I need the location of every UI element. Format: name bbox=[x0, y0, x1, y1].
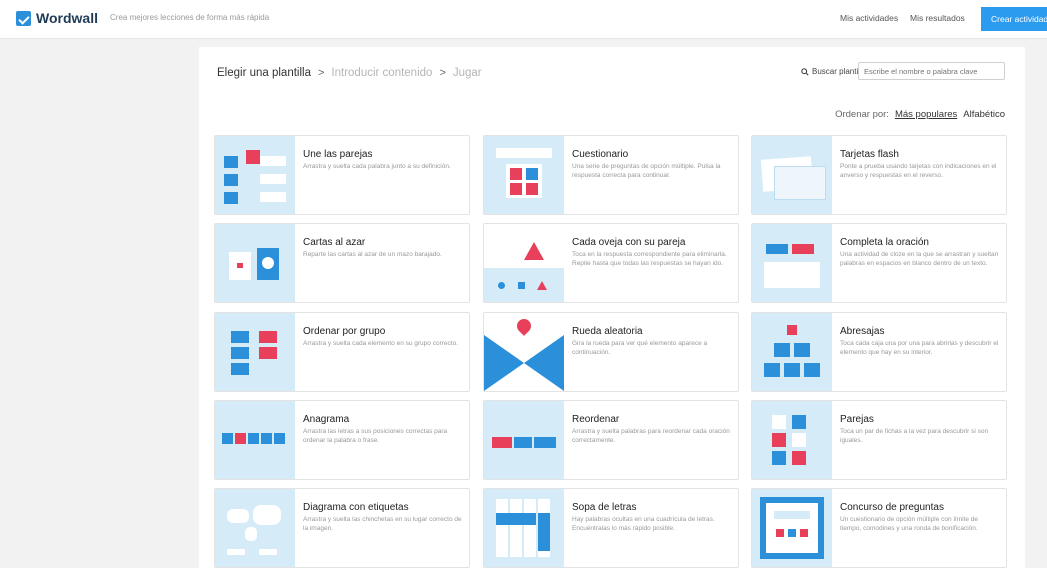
sort-most-popular[interactable]: Más populares bbox=[895, 109, 957, 120]
template-card-spin-wheel[interactable]: Rueda aleatoria Gira la rueda para ver q… bbox=[483, 312, 739, 392]
template-title: Cuestionario bbox=[572, 149, 629, 160]
template-card-unjumble[interactable]: Reordenar Arrastra y suelta palabras par… bbox=[483, 400, 739, 480]
template-title: Abresajas bbox=[840, 326, 885, 337]
brand-name: Wordwall bbox=[36, 10, 98, 26]
template-title: Tarjetas flash bbox=[840, 149, 899, 160]
wordwall-logo-icon bbox=[16, 10, 31, 26]
group-sort-icon bbox=[215, 313, 295, 391]
sort-label: Ordenar por: bbox=[835, 109, 889, 120]
template-description: Toca en la respuesta correspondiente par… bbox=[572, 251, 727, 267]
my-activities-link[interactable]: Mis actividades bbox=[840, 13, 898, 23]
random-cards-icon bbox=[215, 224, 295, 302]
template-panel: Elegir una plantilla > Introducir conten… bbox=[199, 47, 1025, 568]
anagram-icon bbox=[215, 401, 295, 479]
template-search-input[interactable] bbox=[858, 62, 1005, 80]
template-description: Ponte a prueba usando tarjetas con indic… bbox=[840, 163, 997, 179]
unjumble-icon bbox=[484, 401, 564, 479]
template-description: Reparte las cartas al azar de un mazo ba… bbox=[303, 251, 442, 258]
template-card-flash-cards[interactable]: Tarjetas flash Ponte a prueba usando tar… bbox=[751, 135, 1007, 215]
breadcrumb-step-play: Jugar bbox=[452, 67, 482, 79]
template-title: Une las parejas bbox=[303, 149, 373, 160]
chevron-right-icon: > bbox=[439, 67, 446, 79]
quiz-icon bbox=[484, 136, 564, 214]
breadcrumb-step-content: Introducir contenido bbox=[331, 67, 433, 79]
template-title: Anagrama bbox=[303, 414, 350, 425]
tagline: Crea mejores lecciones de forma más rápi… bbox=[110, 13, 270, 22]
template-title: Parejas bbox=[840, 414, 874, 425]
template-description: Una serie de preguntas de opción múltipl… bbox=[572, 163, 721, 179]
breadcrumb: Elegir una plantilla > Introducir conten… bbox=[217, 67, 482, 79]
template-description: Un cuestionario de opción múltiple con l… bbox=[840, 516, 979, 532]
template-card-find-match[interactable]: Cada oveja con su pareja Toca en la resp… bbox=[483, 223, 739, 303]
template-description: Una actividad de cloze en la que se arra… bbox=[840, 251, 999, 267]
template-title: Concurso de preguntas bbox=[840, 502, 944, 513]
match-up-icon bbox=[215, 136, 295, 214]
template-description: Arrastra las letras a sus posiciones cor… bbox=[303, 428, 448, 444]
open-box-icon bbox=[752, 313, 832, 391]
spin-wheel-icon bbox=[484, 313, 564, 391]
gameshow-quiz-icon bbox=[752, 489, 832, 567]
template-description: Hay palabras ocultas en una cuadrícula d… bbox=[572, 516, 715, 532]
template-title: Completa la oración bbox=[840, 237, 929, 248]
template-card-labelled-diagram[interactable]: Diagrama con etiquetas Arrastra y suelta… bbox=[214, 488, 470, 568]
create-activity-button[interactable]: Crear actividad bbox=[981, 7, 1047, 31]
logo[interactable]: Wordwall bbox=[16, 10, 98, 26]
wordsearch-icon bbox=[484, 489, 564, 567]
complete-sentence-icon bbox=[752, 224, 832, 302]
template-description: Arrastra y suelta palabras para reordena… bbox=[572, 428, 730, 444]
labelled-diagram-icon bbox=[215, 489, 295, 567]
template-title: Ordenar por grupo bbox=[303, 326, 386, 337]
template-title: Cartas al azar bbox=[303, 237, 366, 248]
template-description: Gira la rueda para ver qué elemento apar… bbox=[572, 340, 708, 356]
template-card-open-box[interactable]: Abresajas Toca cada caja una por una par… bbox=[751, 312, 1007, 392]
top-bar: Wordwall Crea mejores lecciones de forma… bbox=[0, 0, 1047, 39]
template-title: Diagrama con etiquetas bbox=[303, 502, 409, 513]
template-title: Rueda aleatoria bbox=[572, 326, 643, 337]
template-card-matching-pairs[interactable]: Parejas Toca un par de fichas a la vez p… bbox=[751, 400, 1007, 480]
sort-bar: Ordenar por: Más populares Alfabético bbox=[835, 109, 1005, 120]
template-card-anagram[interactable]: Anagrama Arrastra las letras a sus posic… bbox=[214, 400, 470, 480]
chevron-right-icon: > bbox=[317, 67, 325, 79]
template-description: Toca un par de fichas a la vez para desc… bbox=[840, 428, 989, 444]
template-card-random-cards[interactable]: Cartas al azar Reparte las cartas al aza… bbox=[214, 223, 470, 303]
my-results-link[interactable]: Mis resultados bbox=[910, 13, 965, 23]
flash-cards-icon bbox=[752, 136, 832, 214]
template-description: Toca cada caja una por una para abrirlas… bbox=[840, 340, 999, 356]
template-description: Arrastra y suelta cada palabra junto a s… bbox=[303, 163, 451, 170]
template-title: Sopa de letras bbox=[572, 502, 637, 513]
template-description: Arrastra y suelta las chinchetas en su l… bbox=[303, 516, 462, 532]
template-description: Arrastra y suelta cada elemento en su gr… bbox=[303, 340, 458, 347]
breadcrumb-step-choose: Elegir una plantilla bbox=[217, 67, 311, 79]
sort-alphabetical[interactable]: Alfabético bbox=[963, 109, 1005, 120]
search-icon bbox=[801, 67, 809, 76]
template-card-gameshow-quiz[interactable]: Concurso de preguntas Un cuestionario de… bbox=[751, 488, 1007, 568]
template-card-quiz[interactable]: Cuestionario Una serie de preguntas de o… bbox=[483, 135, 739, 215]
find-match-icon bbox=[484, 224, 564, 302]
template-card-match-up[interactable]: Une las parejas Arrastra y suelta cada p… bbox=[214, 135, 470, 215]
template-title: Reordenar bbox=[572, 414, 620, 425]
matching-pairs-icon bbox=[752, 401, 832, 479]
template-card-complete-sentence[interactable]: Completa la oración Una actividad de clo… bbox=[751, 223, 1007, 303]
template-card-group-sort[interactable]: Ordenar por grupo Arrastra y suelta cada… bbox=[214, 312, 470, 392]
template-title: Cada oveja con su pareja bbox=[572, 237, 686, 248]
template-card-wordsearch[interactable]: Sopa de letras Hay palabras ocultas en u… bbox=[483, 488, 739, 568]
